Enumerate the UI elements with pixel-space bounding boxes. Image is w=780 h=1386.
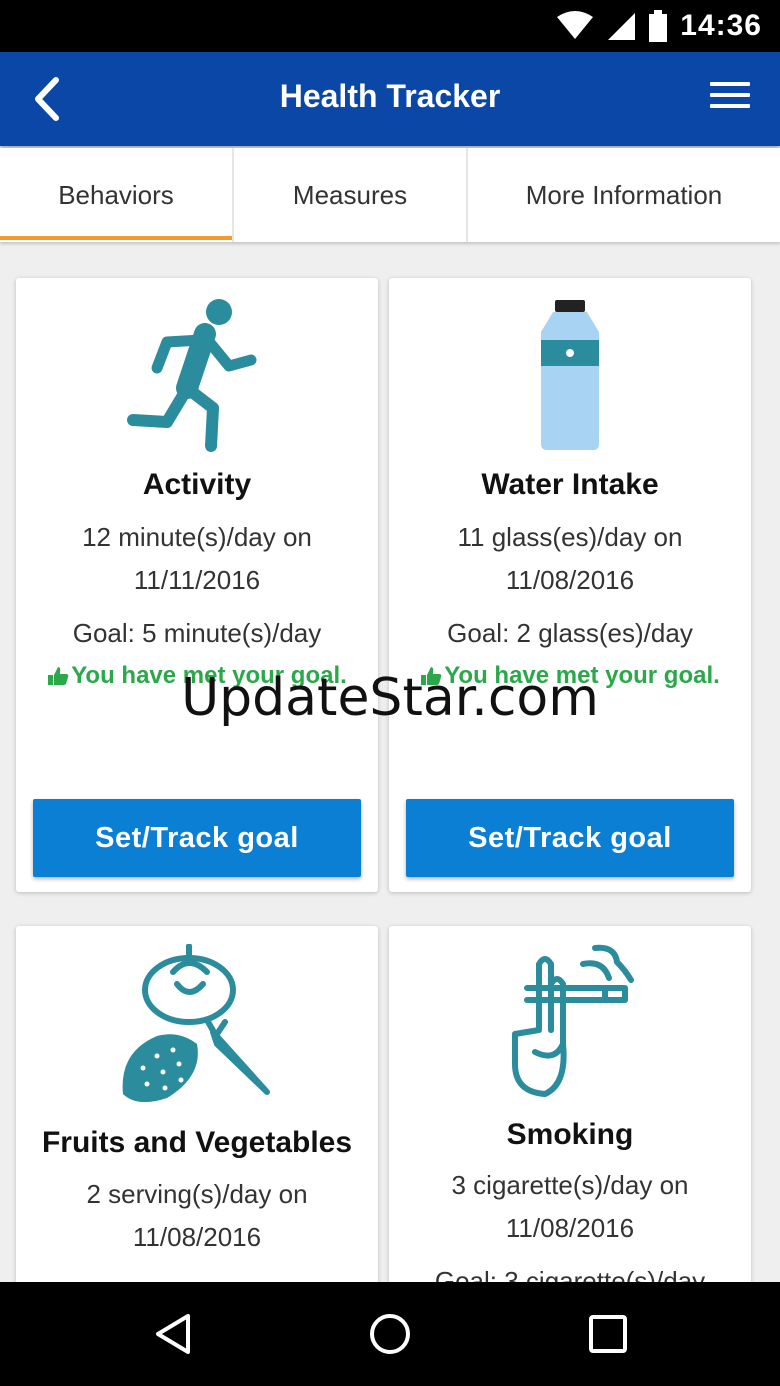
card-value: 2 serving(s)/day on: [86, 1179, 308, 1209]
fruits-vegetables-icon: [122, 944, 270, 1103]
card-date: 11/08/2016: [505, 565, 635, 595]
smoking-card: Smoking 3 cigarette(s)/day on 11/08/2016…: [389, 926, 751, 1306]
card-title: Smoking: [506, 1118, 634, 1151]
tab-more-information-label: More Information: [525, 179, 723, 210]
set-track-goal-button[interactable]: Set/Track goal: [406, 799, 734, 877]
status-time: 14:36: [680, 9, 762, 42]
card-title: Water Intake: [481, 468, 659, 501]
card-title: Activity: [142, 468, 252, 501]
circle-home-icon: [370, 1314, 410, 1354]
card-value: 3 cigarette(s)/day on: [451, 1170, 689, 1200]
tab-more-information[interactable]: More Information: [468, 148, 780, 242]
nav-home-button[interactable]: [368, 1312, 412, 1356]
nav-recents-button[interactable]: [586, 1312, 630, 1356]
wifi-icon: [557, 11, 594, 39]
card-value: 11 glass(es)/day on: [457, 522, 683, 552]
watermark: UpdateStar.com: [181, 668, 599, 728]
battery-icon: [649, 10, 668, 42]
activity-card: Activity 12 minute(s)/day on 11/11/2016 …: [16, 278, 378, 892]
triangle-back-icon: [156, 1314, 190, 1354]
hamburger-menu-icon: [710, 82, 750, 86]
card-value: 12 minute(s)/day on: [82, 522, 312, 552]
status-icons: 14:36: [556, 8, 762, 44]
card-goal: Goal: 2 glass(es)/day: [447, 618, 693, 648]
signal-icon: [608, 13, 636, 40]
navigation-bar: [0, 1282, 780, 1386]
card-date: 11/08/2016: [505, 1213, 635, 1243]
app-bar: Health Tracker: [0, 52, 780, 146]
fruits-vegetables-card: Fruits and Vegetables 2 serving(s)/day o…: [16, 926, 378, 1306]
set-track-goal-button[interactable]: Set/Track goal: [33, 799, 361, 877]
square-recents-icon: [589, 1315, 627, 1353]
tab-bar: Behaviors Measures More Information: [0, 148, 780, 242]
tab-measures[interactable]: Measures: [234, 148, 468, 242]
water-bottle-icon: [541, 300, 599, 450]
status-bar: 14:36: [0, 0, 780, 52]
nav-back-button[interactable]: [152, 1312, 196, 1356]
hamburger-menu-button[interactable]: [710, 82, 750, 118]
tab-behaviors[interactable]: Behaviors: [0, 148, 234, 242]
page-title: Health Tracker: [279, 78, 501, 114]
card-title: Fruits and Vegetables: [41, 1126, 353, 1159]
smoking-hand-icon: [512, 944, 634, 1097]
water-intake-card: Water Intake 11 glass(es)/day on 11/08/2…: [389, 278, 751, 892]
card-goal: Goal: 5 minute(s)/day: [72, 618, 322, 648]
card-date: 11/11/2016: [133, 565, 261, 595]
card-date: 11/08/2016: [132, 1222, 262, 1252]
running-person-icon: [127, 299, 257, 452]
